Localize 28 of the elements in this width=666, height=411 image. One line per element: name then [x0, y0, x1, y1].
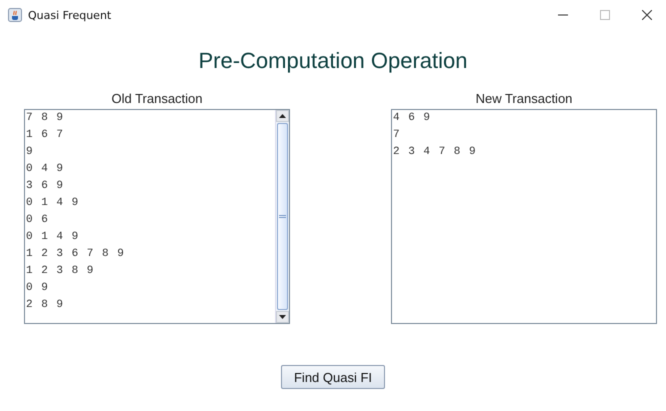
close-icon[interactable] [642, 10, 652, 20]
grip-icon [279, 215, 286, 218]
transaction-line: 0 9 [25, 281, 48, 296]
transaction-line: 2 3 4 7 8 9 [392, 145, 476, 160]
transaction-line: 9 [25, 145, 33, 160]
transaction-line: 0 4 9 [25, 162, 64, 177]
panel-label: New Transaction [476, 91, 572, 106]
java-cup-icon [8, 8, 22, 22]
transaction-line: 0 6 [25, 213, 48, 228]
transaction-line: 0 1 4 9 [25, 230, 78, 245]
scrollbar[interactable] [275, 110, 289, 323]
text-area[interactable]: 4 6 9 7 2 3 4 7 8 9 [391, 109, 657, 324]
transaction-line: 1 2 3 8 9 [25, 264, 94, 279]
down-arrow-icon[interactable] [279, 315, 286, 319]
panel-label: Old Transaction [111, 91, 203, 106]
transaction-line: 0 1 4 9 [25, 196, 78, 211]
text-area[interactable]: 7 8 9 1 6 7 9 0 4 9 3 6 9 0 1 4 9 0 6 0 1 4 9 1 2 3 6 7 8 9 1 2 3 8 9 0 9 2 8 9 [24, 109, 290, 324]
up-arrow-icon[interactable] [279, 114, 286, 118]
transaction-line: 1 2 3 6 7 8 9 [25, 247, 124, 262]
transaction-line: 4 6 9 [392, 111, 430, 126]
window-title: Quasi Frequent [28, 8, 112, 22]
transaction-line: 3 6 9 [25, 179, 64, 194]
transaction-line: 2 8 9 [25, 298, 64, 313]
transaction-line: 1 6 7 [25, 128, 64, 143]
transaction-line: 7 8 9 [25, 111, 64, 126]
transaction-line: 7 [392, 128, 400, 143]
page-heading: Pre-Computation Operation [197, 47, 469, 75]
find-button[interactable]: Find Quasi FI [281, 365, 385, 389]
